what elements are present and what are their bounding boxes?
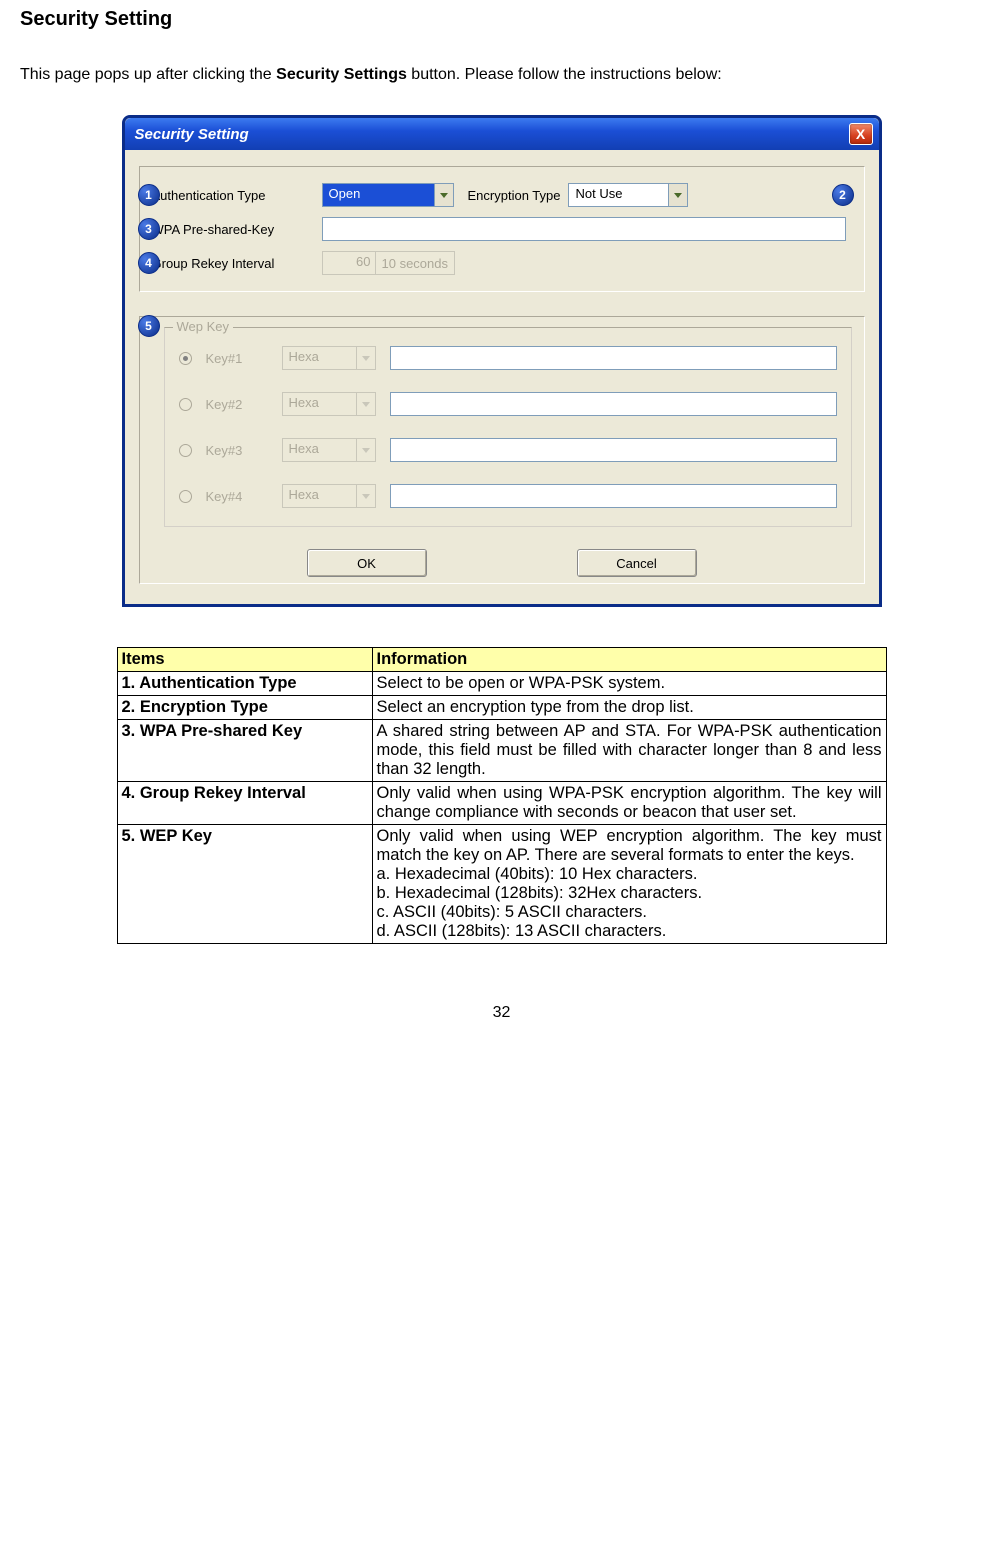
enc-type-select[interactable]: Not Use xyxy=(568,183,688,207)
key1-mode-select: Hexa xyxy=(282,346,376,370)
badge-1: 1 xyxy=(138,184,160,206)
wep-key-row: Key#4 Hexa xyxy=(179,484,837,508)
item-cell: 3. WPA Pre-shared Key xyxy=(117,720,372,782)
item-cell: 4. Group Rekey Interval xyxy=(117,782,372,825)
table-row: 2. Encryption Type Select an encryption … xyxy=(117,696,886,720)
chevron-down-icon[interactable] xyxy=(434,183,454,207)
intro-paragraph: This page pops up after clicking the Sec… xyxy=(20,59,983,91)
info-table: Items Information 1. Authentication Type… xyxy=(117,647,887,944)
key2-mode-value: Hexa xyxy=(282,392,356,416)
info-cell: Only valid when using WEP encryption alg… xyxy=(372,825,886,944)
rekey-label: Group Rekey Interval xyxy=(152,256,322,271)
page-number: 32 xyxy=(20,1004,983,1022)
badge-4: 4 xyxy=(138,252,160,274)
key3-mode-value: Hexa xyxy=(282,438,356,462)
item-cell: 5. WEP Key xyxy=(117,825,372,944)
intro-bold: Security Settings xyxy=(276,66,407,83)
key2-radio[interactable] xyxy=(179,398,192,411)
wep-legend: Wep Key xyxy=(173,319,234,334)
chevron-down-icon xyxy=(356,346,376,370)
key1-mode-value: Hexa xyxy=(282,346,356,370)
auth-type-label: Authentication Type xyxy=(152,188,322,203)
key3-radio[interactable] xyxy=(179,444,192,457)
window-title: Security Setting xyxy=(135,126,249,143)
key4-label: Key#4 xyxy=(206,489,268,504)
auth-type-select[interactable]: Open xyxy=(322,183,454,207)
badge-3: 3 xyxy=(138,218,160,240)
wep-key-row: Key#2 Hexa xyxy=(179,392,837,416)
key4-mode-select: Hexa xyxy=(282,484,376,508)
key3-value-input[interactable] xyxy=(390,438,837,462)
badge-2: 2 xyxy=(832,184,854,206)
info-cell: Select to be open or WPA-PSK system. xyxy=(372,672,886,696)
info-cell: A shared string between AP and STA. For … xyxy=(372,720,886,782)
rekey-unit: 10 seconds xyxy=(376,251,456,275)
intro-text-before: This page pops up after clicking the xyxy=(20,66,276,83)
key3-mode-select: Hexa xyxy=(282,438,376,462)
table-row: 5. WEP Key Only valid when using WEP enc… xyxy=(117,825,886,944)
key1-label: Key#1 xyxy=(206,351,268,366)
key4-mode-value: Hexa xyxy=(282,484,356,508)
section-heading: Security Setting xyxy=(20,8,983,31)
table-row: 3. WPA Pre-shared Key A shared string be… xyxy=(117,720,886,782)
wpa-key-label: WPA Pre-shared-Key xyxy=(152,222,322,237)
top-panel: 1 Authentication Type Open Encryption Ty… xyxy=(139,166,865,292)
enc-type-value: Not Use xyxy=(568,183,668,207)
key1-radio[interactable] xyxy=(179,352,192,365)
intro-text-after: button. Please follow the instructions b… xyxy=(407,66,722,83)
info-cell: Only valid when using WPA-PSK encryption… xyxy=(372,782,886,825)
table-row: 4. Group Rekey Interval Only valid when … xyxy=(117,782,886,825)
th-info: Information xyxy=(372,648,886,672)
th-items: Items xyxy=(117,648,372,672)
item-cell: 2. Encryption Type xyxy=(117,696,372,720)
titlebar: Security Setting X xyxy=(125,118,879,150)
key2-mode-select: Hexa xyxy=(282,392,376,416)
key2-label: Key#2 xyxy=(206,397,268,412)
chevron-down-icon xyxy=(356,438,376,462)
wep-groupbox: Wep Key Key#1 Hexa Key#2 xyxy=(164,327,852,527)
chevron-down-icon xyxy=(356,392,376,416)
key3-label: Key#3 xyxy=(206,443,268,458)
wpa-key-input[interactable] xyxy=(322,217,846,241)
key4-value-input[interactable] xyxy=(390,484,837,508)
cancel-button[interactable]: Cancel xyxy=(577,549,697,577)
info-cell: Select an encryption type from the drop … xyxy=(372,696,886,720)
wep-key-row: Key#1 Hexa xyxy=(179,346,837,370)
wep-panel: 5 Wep Key Key#1 Hexa xyxy=(139,316,865,584)
rekey-value-input: 60 xyxy=(322,251,376,275)
key2-value-input[interactable] xyxy=(390,392,837,416)
item-cell: 1. Authentication Type xyxy=(117,672,372,696)
key1-value-input[interactable] xyxy=(390,346,837,370)
close-icon[interactable]: X xyxy=(849,123,873,145)
enc-type-label: Encryption Type xyxy=(468,188,561,203)
auth-type-value: Open xyxy=(322,183,434,207)
badge-5: 5 xyxy=(138,315,160,337)
ok-button[interactable]: OK xyxy=(307,549,427,577)
chevron-down-icon[interactable] xyxy=(668,183,688,207)
chevron-down-icon xyxy=(356,484,376,508)
security-setting-dialog: Security Setting X 1 Authentication Type… xyxy=(122,115,882,607)
wep-key-row: Key#3 Hexa xyxy=(179,438,837,462)
table-row: 1. Authentication Type Select to be open… xyxy=(117,672,886,696)
key4-radio[interactable] xyxy=(179,490,192,503)
